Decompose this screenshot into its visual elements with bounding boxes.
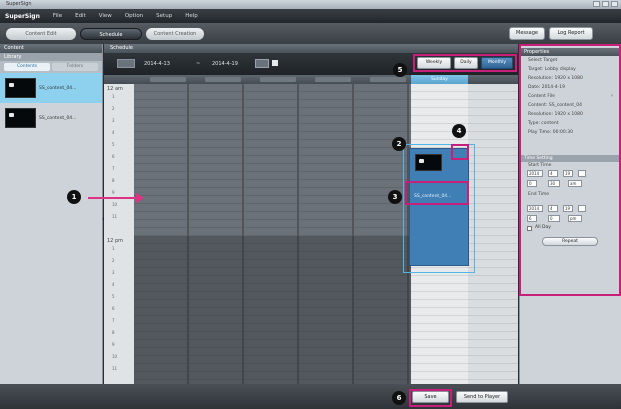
window-title: SuperSign (6, 1, 32, 7)
hour-tick: 2 (112, 106, 115, 111)
day-header (315, 77, 351, 82)
hour-tick: 10 (112, 354, 118, 359)
prev-week-button[interactable] (117, 59, 135, 68)
hour-tick: 6 (112, 306, 115, 311)
menu-bar: SuperSign File Edit View Option Setup He… (0, 9, 621, 23)
day-header (260, 77, 296, 82)
send-to-player-button[interactable]: Send to Player (456, 391, 508, 403)
bottom-bar: Save Send to Player (0, 384, 621, 409)
minimize-icon[interactable] (593, 1, 600, 7)
title-bar: SuperSign (0, 0, 621, 9)
content-thumbnail (5, 108, 36, 128)
content-item[interactable]: SS_content_04... (0, 73, 102, 103)
main-toolbar: Content Edit Schedule Content Creation M… (0, 23, 621, 44)
content-item-name: SS_content_04... (39, 115, 77, 121)
day-header (370, 77, 406, 82)
library-label: Library (0, 53, 102, 61)
day-header-row: Sunday (104, 75, 518, 84)
pm-label: 12 pm (107, 238, 123, 244)
callout-1: 1 (67, 190, 81, 204)
callout-3: 3 (388, 190, 402, 204)
callout-4: 4 (452, 124, 466, 138)
callout-arrow (88, 193, 144, 203)
close-icon[interactable] (611, 1, 618, 7)
hour-tick: 6 (112, 154, 115, 159)
date-start: 2014-4-13 (144, 61, 170, 67)
day-header (150, 77, 186, 82)
maximize-icon[interactable] (602, 1, 609, 7)
today-header: Sunday (411, 75, 468, 84)
highlight-box-6 (409, 389, 452, 407)
content-item-name: SS_content_04... (39, 85, 77, 91)
menu-setup[interactable]: Setup (156, 13, 172, 19)
log-report-button[interactable]: Log Report (549, 27, 593, 40)
window-controls (593, 1, 618, 7)
hour-tick: 2 (112, 258, 115, 263)
tab-content-edit[interactable]: Content Edit (6, 28, 76, 40)
app-brand: SuperSign (5, 12, 40, 20)
content-thumbnail (5, 78, 36, 98)
tab-folders[interactable]: Folders (52, 63, 98, 71)
event-thumbnail (415, 154, 442, 171)
content-panel: Content Library Contents Folders SS_cont… (0, 44, 103, 384)
hour-tick: 5 (112, 294, 115, 299)
pm-region (134, 236, 411, 384)
hour-tick: 8 (112, 330, 115, 335)
date-bar: 2014-4-13 ~ 2014-4-19 Weekly Daily Month… (104, 53, 518, 75)
menu-view[interactable]: View (99, 13, 112, 19)
hour-tick: 1 (112, 94, 115, 99)
hour-tick: 3 (112, 118, 115, 123)
callout-2: 2 (392, 137, 406, 151)
tab-content-creation[interactable]: Content Creation (146, 28, 204, 40)
next-week-button[interactable] (255, 59, 269, 68)
scheduled-event[interactable]: SS_content_04... (409, 148, 469, 266)
menu-help[interactable]: Help (185, 13, 198, 19)
hour-tick: 7 (112, 318, 115, 323)
callout-6: 6 (392, 391, 406, 405)
calendar-icon[interactable] (272, 60, 278, 66)
highlight-box-4 (451, 144, 469, 160)
menu-option[interactable]: Option (125, 13, 143, 19)
hour-tick: 5 (112, 142, 115, 147)
content-tabs: Contents Folders (0, 61, 102, 73)
day-column[interactable] (468, 84, 518, 384)
am-label: 12 am (107, 86, 123, 92)
schedule-title: Schedule (104, 44, 518, 53)
hour-tick: 4 (112, 130, 115, 135)
highlight-box-properties (519, 44, 621, 296)
date-end: 2014-4-19 (212, 61, 238, 67)
schedule-panel: Schedule 2014-4-13 ~ 2014-4-19 Weekly Da… (104, 44, 518, 384)
hour-tick: 11 (112, 366, 118, 371)
hour-tick: 8 (112, 178, 115, 183)
highlight-box-5 (413, 54, 517, 72)
hour-tick: 4 (112, 282, 115, 287)
date-separator: ~ (196, 61, 201, 67)
tab-schedule[interactable]: Schedule (80, 28, 142, 40)
highlight-box-3 (405, 181, 469, 205)
content-item[interactable]: SS_content_04... (0, 103, 102, 133)
hour-tick: 10 (112, 202, 118, 207)
tab-contents[interactable]: Contents (4, 63, 50, 71)
menu-edit[interactable]: Edit (75, 13, 86, 19)
hour-tick: 9 (112, 190, 115, 195)
message-button[interactable]: Message (509, 27, 545, 40)
hour-tick: 1 (112, 246, 115, 251)
hour-tick: 9 (112, 342, 115, 347)
callout-5: 5 (393, 63, 407, 77)
hour-tick: 11 (112, 214, 118, 219)
schedule-grid[interactable] (134, 84, 411, 384)
time-column: 12 am 12 pm 1 1 2 2 3 3 4 4 5 5 6 6 7 7 8 8 9 9 10 10 11 11 (104, 84, 134, 384)
menu-file[interactable]: File (53, 13, 62, 19)
content-panel-title: Content (0, 44, 102, 53)
hour-tick: 3 (112, 270, 115, 275)
day-header (205, 77, 241, 82)
hour-tick: 7 (112, 166, 115, 171)
